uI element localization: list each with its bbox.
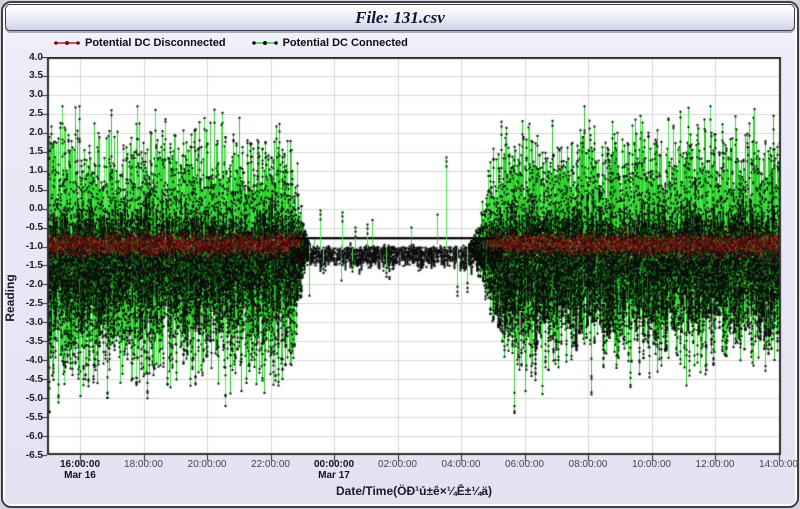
title-bar: File: 131.csv <box>5 4 795 31</box>
x-axis-title: Date/Time(ÖÐ¹ú±ê×¼Ê±¼ä) <box>47 484 781 498</box>
y-tick-label: -1.5 <box>0 259 43 272</box>
legend-item-connected[interactable]: Potential DC Connected <box>252 37 408 49</box>
y-tick-label: 0.5 <box>0 183 43 196</box>
y-tick-label: 3.5 <box>0 69 43 82</box>
y-tick-label: -5.0 <box>0 392 43 405</box>
x-tick-label: 00:00:00Mar 17 <box>302 459 366 481</box>
y-tick-label: 2.0 <box>0 126 43 139</box>
x-tick-label: 22:00:00 <box>239 459 303 470</box>
x-tick-label: 04:00:00 <box>429 459 493 470</box>
y-tick-label: 0.0 <box>0 202 43 215</box>
legend-item-disconnected[interactable]: Potential DC Disconnected <box>54 37 226 49</box>
y-tick-label: -3.5 <box>0 335 43 348</box>
x-tick-label: 10:00:00 <box>620 459 684 470</box>
red-line-marker-icon <box>54 38 80 48</box>
y-tick-label: -5.5 <box>0 411 43 424</box>
x-tick-label: 02:00:00 <box>366 459 430 470</box>
y-tick-label: -2.0 <box>0 278 43 291</box>
x-tick-label: 12:00:00 <box>683 459 747 470</box>
x-tick-label: 08:00:00 <box>556 459 620 470</box>
y-tick-label: -3.0 <box>0 316 43 329</box>
chart-window: File: 131.csv Potential DC Disconnected … <box>0 0 800 509</box>
plot-canvas[interactable] <box>41 57 787 462</box>
x-tick-label: 06:00:00 <box>493 459 557 470</box>
y-tick-label: 1.5 <box>0 145 43 158</box>
x-tick-label: 14:00:00 <box>747 459 800 470</box>
legend-label-disconnected: Potential DC Disconnected <box>85 37 226 49</box>
green-line-marker-icon <box>252 38 278 48</box>
y-tick-label: -0.5 <box>0 221 43 234</box>
y-tick-label: -2.5 <box>0 297 43 310</box>
y-tick-label: 3.0 <box>0 88 43 101</box>
y-tick-label: -6.5 <box>0 449 43 462</box>
x-tick-label: 18:00:00 <box>112 459 176 470</box>
legend-label-connected: Potential DC Connected <box>283 37 408 49</box>
y-tick-label: 1.0 <box>0 164 43 177</box>
window-title: File: 131.csv <box>355 8 445 28</box>
legend: Potential DC Disconnected Potential DC C… <box>54 37 408 49</box>
y-tick-label: 2.5 <box>0 107 43 120</box>
x-tick-label: 16:00:00Mar 16 <box>48 459 112 481</box>
y-tick-label: -4.0 <box>0 354 43 367</box>
y-tick-label: -6.0 <box>0 430 43 443</box>
y-tick-label: -4.5 <box>0 373 43 386</box>
x-tick-label: 20:00:00 <box>175 459 239 470</box>
y-tick-label: -1.0 <box>0 240 43 253</box>
y-tick-label: 4.0 <box>0 51 43 64</box>
